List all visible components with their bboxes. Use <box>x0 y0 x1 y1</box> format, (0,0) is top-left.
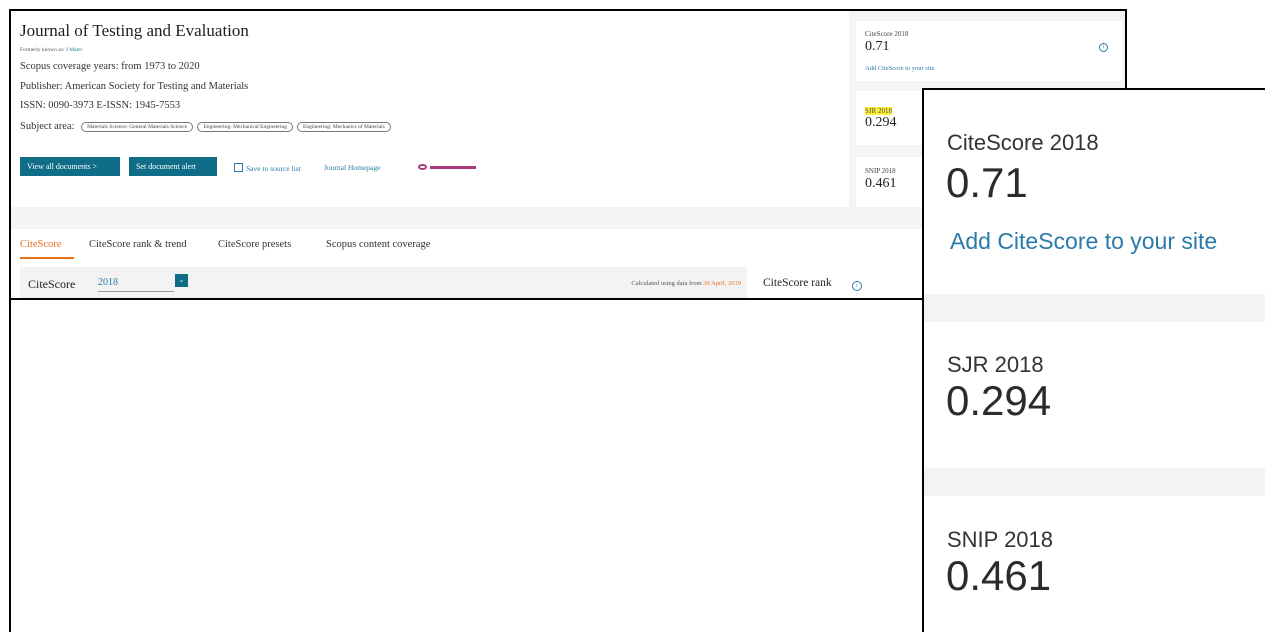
citescore-card-small: CiteScore 2018 0.71 Add CiteScore to you… <box>856 21 1122 81</box>
view-all-documents-button[interactable]: View all documents > <box>20 157 120 176</box>
info-icon[interactable]: i <box>1099 43 1108 52</box>
sjr-label-zoomed: SJR 2018 <box>947 352 1044 377</box>
issn: ISSN: 0090-3973 E-ISSN: 1945-7553 <box>20 100 181 111</box>
badge-text-bar <box>430 165 476 169</box>
journal-homepage-link[interactable]: Journal Homepage <box>324 163 380 172</box>
year-select-underline <box>98 291 174 292</box>
calculated-date-note: Calculated using data from 30 April, 201… <box>631 280 741 287</box>
snip-label: SNIP 2018 <box>865 167 896 175</box>
year-select-value[interactable]: 2018 <box>98 277 118 288</box>
save-icon <box>234 163 243 172</box>
tab-scopus-content-coverage[interactable]: Scopus content coverage <box>326 239 430 250</box>
journal-title: Journal of Testing and Evaluation <box>20 21 249 40</box>
tab-citescore-presets[interactable]: CiteScore presets <box>218 239 291 250</box>
citescore-label-zoomed: CiteScore 2018 <box>947 130 1099 155</box>
sjr-value: 0.294 <box>865 115 897 130</box>
subject-area: Subject area: Materials Science: General… <box>20 121 391 132</box>
active-tab-indicator <box>20 257 74 259</box>
snip-value: 0.461 <box>865 176 897 191</box>
subject-tag[interactable]: Engineering: Mechanical Engineering <box>197 121 294 132</box>
set-document-alert-button[interactable]: Set document alert <box>129 157 217 176</box>
citescore-value-zoomed: 0.71 <box>946 159 1028 206</box>
formerly-label: Formerly known as: <box>20 47 65 53</box>
open-access-badge[interactable] <box>418 163 482 171</box>
citescore-label: CiteScore 2018 <box>865 30 909 38</box>
subject-tag[interactable]: Materials Science: General Materials Sci… <box>81 121 194 132</box>
chevron-down-icon[interactable]: ⌄ <box>175 274 188 287</box>
citescore-value: 0.71 <box>865 39 890 54</box>
citescore-year-row: CiteScore 2018 ⌄ Calculated using data f… <box>20 267 747 298</box>
save-to-source-list-link[interactable]: Save to source list <box>234 163 301 173</box>
frame-left-border <box>9 299 11 632</box>
add-citescore-link[interactable]: Add CiteScore to your site <box>865 65 934 72</box>
citescore-rank-label: CiteScore rank <box>763 277 832 289</box>
zoomed-metrics-panel: CiteScore 2018 0.71 Add CiteScore to you… <box>922 88 1265 632</box>
subject-tags: Materials Science: General Materials Sci… <box>81 121 391 132</box>
snip-value-zoomed: 0.461 <box>946 552 1052 599</box>
coverage-years: Scopus coverage years: from 1973 to 2020 <box>20 61 200 72</box>
formerly-known-as: Formerly known as: J Mater <box>20 47 82 53</box>
badge-ring-icon <box>418 164 427 170</box>
info-icon[interactable]: i <box>852 281 862 291</box>
formerly-link[interactable]: J Mater <box>66 47 83 53</box>
tab-citescore[interactable]: CiteScore <box>20 239 61 250</box>
tab-citescore-rank-trend[interactable]: CiteScore rank & trend <box>89 239 187 250</box>
sjr-card-zoomed: SJR 2018 0.294 <box>924 322 1265 468</box>
sjr-value-zoomed: 0.294 <box>946 377 1052 424</box>
subject-tag[interactable]: Engineering: Mechanics of Materials <box>297 121 391 132</box>
snip-label-zoomed: SNIP 2018 <box>947 527 1054 552</box>
sjr-label: SJR 2018 <box>865 107 893 115</box>
journal-info-card: Journal of Testing and Evaluation Former… <box>11 11 849 207</box>
citescore-card-zoomed: CiteScore 2018 0.71 Add CiteScore to you… <box>924 90 1265 294</box>
citescore-row-label: CiteScore <box>28 277 76 291</box>
save-to-source-list-label: Save to source list <box>246 164 301 173</box>
snip-card-zoomed: SNIP 2018 0.461 <box>924 496 1265 632</box>
publisher: Publisher: American Society for Testing … <box>20 81 249 92</box>
subject-label: Subject area: <box>20 121 75 132</box>
add-citescore-link-zoomed[interactable]: Add CiteScore to your site <box>950 228 1217 255</box>
